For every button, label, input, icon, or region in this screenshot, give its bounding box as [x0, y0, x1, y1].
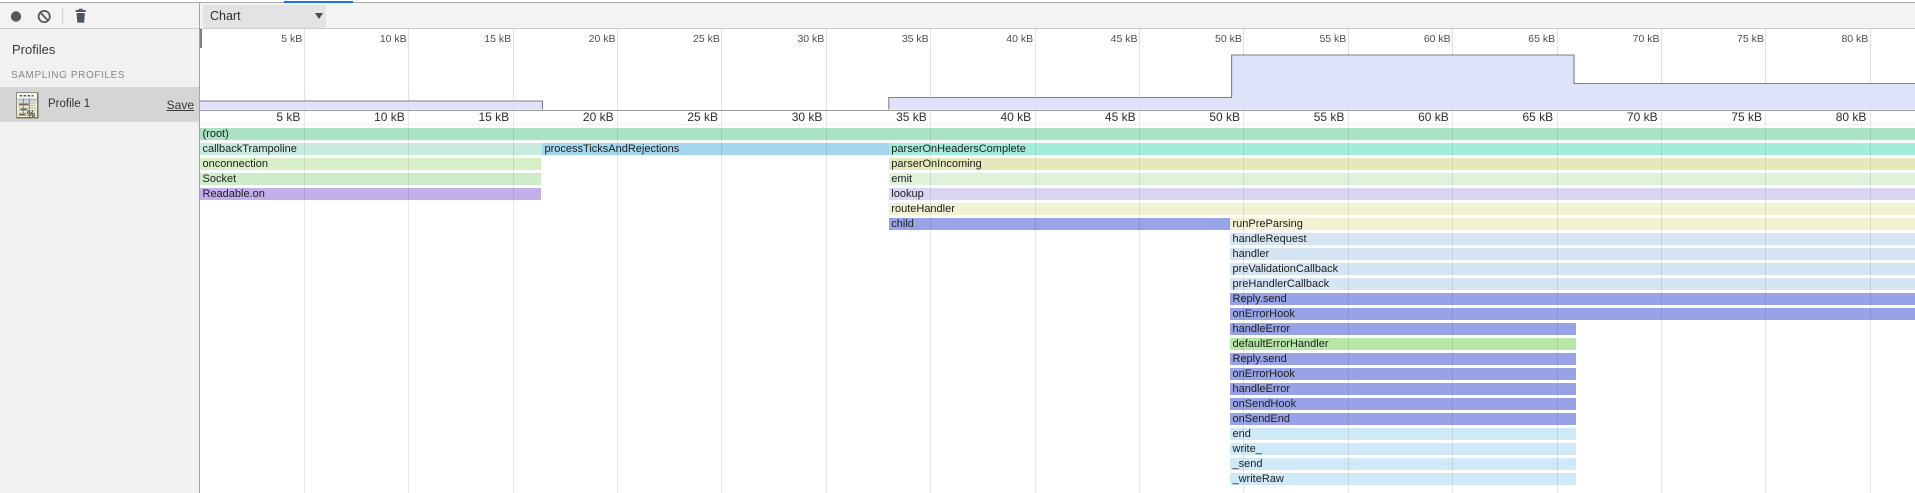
svg-text:%: %	[27, 108, 35, 118]
